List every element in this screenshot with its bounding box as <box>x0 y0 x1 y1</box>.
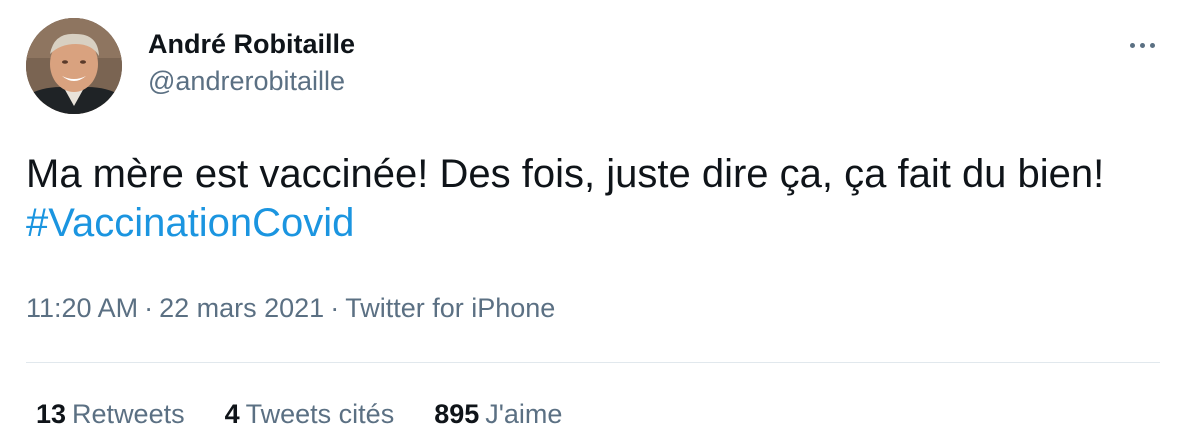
likes-count: 895 <box>434 399 480 429</box>
more-dots-icon <box>1139 42 1145 48</box>
divider <box>26 362 1160 363</box>
tweet-card: André Robitaille @andrerobitaille Ma mèr… <box>0 0 1188 446</box>
hashtag-link[interactable]: #VaccinationCovid <box>26 201 354 245</box>
tweet-time-link[interactable]: 11:20 AM <box>26 293 138 323</box>
tweet-date-link[interactable]: 22 mars 2021 <box>159 293 324 323</box>
avatar-photo-icon <box>26 18 122 114</box>
retweets-label: Retweets <box>72 399 185 429</box>
likes-label: J'aime <box>485 399 563 429</box>
meta-separator: · <box>330 293 340 323</box>
tweet-source-link[interactable]: Twitter for iPhone <box>345 293 555 323</box>
author-avatar[interactable] <box>26 18 122 114</box>
quote-tweets-count: 4 <box>224 399 240 429</box>
author-info: André Robitaille @andrerobitaille <box>148 26 355 100</box>
meta-separator: · <box>144 293 154 323</box>
tweet-body: Ma mère est vaccinée! Des fois, juste di… <box>26 152 1105 196</box>
quote-tweets-stat[interactable]: 4 Tweets cités <box>225 394 395 434</box>
tweet-meta: 11:20 AM · 22 mars 2021 · Twitter for iPhone <box>26 288 555 328</box>
tweet-stats: 13 Retweets 4 Tweets cités 895 J'aime <box>36 394 562 434</box>
retweets-stat[interactable]: 13 Retweets <box>36 394 185 434</box>
tweet-header: André Robitaille @andrerobitaille <box>26 18 1166 114</box>
more-options-button[interactable] <box>1118 30 1166 60</box>
likes-stat[interactable]: 895 J'aime <box>434 394 562 434</box>
tweet-text: Ma mère est vaccinée! Des fois, juste di… <box>26 150 1146 248</box>
quote-tweets-label: Tweets cités <box>245 399 395 429</box>
retweets-count: 13 <box>36 399 67 429</box>
more-dots-icon <box>1149 42 1155 48</box>
author-handle[interactable]: @andrerobitaille <box>148 62 355 100</box>
author-display-name[interactable]: André Robitaille <box>148 26 355 62</box>
more-dots-icon <box>1129 42 1135 48</box>
